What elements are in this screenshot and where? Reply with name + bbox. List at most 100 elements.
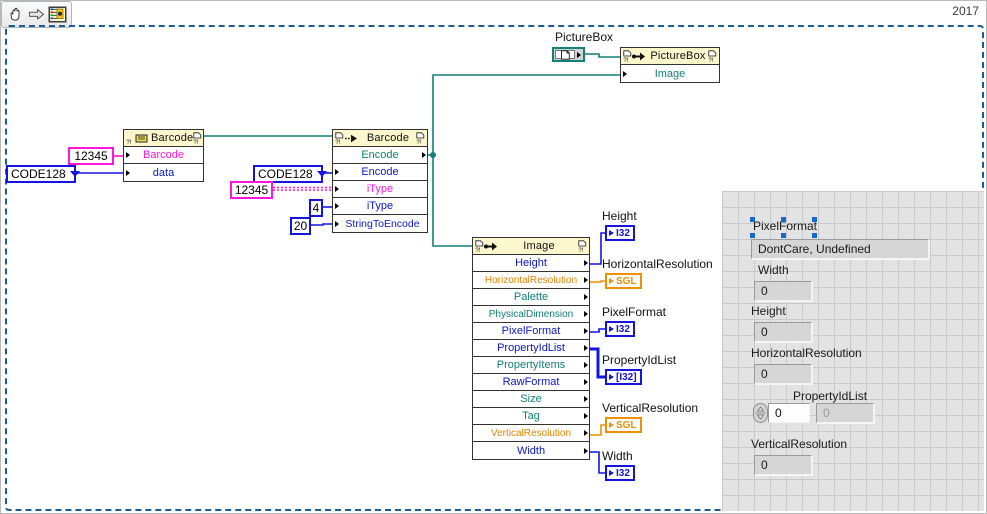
pixelformat-indicator[interactable]: I32: [605, 321, 635, 337]
fp-width-label: Width: [758, 263, 789, 277]
property-row-propertyitems[interactable]: PropertyItems: [473, 357, 589, 374]
refnum-corner-icon-right: ?!: [416, 131, 425, 145]
property-label: Image: [654, 67, 686, 80]
height-indicator[interactable]: I32: [605, 225, 635, 241]
property-row-barcode[interactable]: Barcode: [124, 147, 203, 164]
property-row-width[interactable]: Width: [473, 442, 589, 459]
property-row-size[interactable]: Size: [473, 391, 589, 408]
invoke-node-arrow-icon: [345, 134, 357, 142]
property-label: PixelFormat: [501, 325, 561, 337]
node-header: ?! PictureBox ?!: [621, 48, 719, 65]
row-left-pad: [473, 391, 480, 408]
node-title: PictureBox: [650, 50, 706, 62]
numeric-constant-4[interactable]: 4: [309, 199, 323, 217]
fp-propertyidlist-field[interactable]: 0: [816, 403, 874, 423]
selection-handle-tl[interactable]: [750, 217, 755, 222]
row-right-pad: [420, 198, 427, 215]
select-tool-button[interactable]: [26, 4, 47, 25]
refnum-corner-icon: ?!: [475, 239, 484, 253]
row-left-pad: [473, 306, 480, 323]
labview-version-badge: 2017: [949, 4, 982, 18]
fp-propertyidlist-index[interactable]: 0: [768, 403, 810, 423]
refnum-corner-icon-right: ?!: [194, 131, 202, 145]
fp-width-field[interactable]: 0: [754, 281, 812, 301]
code128-enum-constant-left[interactable]: CODE128: [6, 165, 80, 183]
method-row-encode[interactable]: Encode: [333, 164, 427, 181]
output-terminal: [582, 306, 589, 323]
property-row-propertyidlist[interactable]: PropertyIdList: [473, 340, 589, 357]
refnum-glyph: [555, 49, 575, 60]
chevron-down-icon[interactable]: [69, 171, 80, 177]
property-label: Height: [515, 257, 547, 269]
property-row-image[interactable]: Image: [621, 65, 719, 82]
hand-tool-button[interactable]: [5, 4, 26, 25]
property-label: Size: [520, 393, 542, 405]
method-label: iType: [366, 183, 394, 195]
refnum-corner-icon-right: ?!: [708, 49, 717, 63]
property-label: Width: [516, 444, 546, 457]
property-row-rawformat[interactable]: RawFormat: [473, 374, 589, 391]
output-terminal: [582, 272, 589, 289]
property-row-verticalresolution[interactable]: VerticalResolution: [473, 425, 589, 442]
indicator-type: I32: [616, 467, 630, 479]
fp-verticalresolution-field[interactable]: 0: [754, 455, 812, 475]
property-row-horizontalresolution[interactable]: HorizontalResolution: [473, 272, 589, 289]
property-row-height[interactable]: Height: [473, 255, 589, 272]
barcode-encode-node[interactable]: ?! Barcode ?! Encode Encode iType iType …: [332, 129, 428, 233]
svg-text:?!: ?!: [708, 58, 713, 63]
barcode-reference-node[interactable]: ?! Barcode ?! Barcode data: [123, 129, 204, 182]
row-left-pad: [473, 272, 480, 289]
method-row-itype[interactable]: iType: [333, 198, 427, 215]
method-label: Encode: [361, 149, 399, 161]
selection-handle-br[interactable]: [812, 233, 817, 238]
fp-height-field[interactable]: 0: [754, 322, 812, 342]
fp-pixelformat-field[interactable]: DontCare, Undefined: [751, 239, 929, 259]
picturebox-refnum-control[interactable]: [552, 47, 585, 62]
document-icon: [560, 49, 570, 60]
selection-handle-tr[interactable]: [812, 217, 817, 222]
property-label: PropertyIdList: [497, 342, 565, 354]
method-row-itype-magenta[interactable]: iType: [333, 181, 427, 198]
row-right-pad: [420, 181, 427, 198]
picturebox-property-node[interactable]: ?! PictureBox ?! Image: [620, 47, 720, 83]
method-label: iType: [366, 200, 394, 212]
image-property-node[interactable]: ?! Image ?! Height HorizontalResolution: [472, 237, 590, 460]
method-label: StringToEncode: [345, 217, 420, 230]
horizontalresolution-indicator[interactable]: SGL: [605, 273, 642, 289]
propertyidlist-indicator[interactable]: [I32]: [605, 369, 642, 385]
numeric-constant-12345-left[interactable]: 12345: [68, 147, 114, 165]
svg-text:?!: ?!: [578, 248, 583, 253]
input-terminal: [333, 215, 340, 232]
input-terminal: [124, 147, 131, 164]
output-terminal: [582, 357, 589, 374]
front-panel-overlay: PixelFormat DontCare, Undefined Width 0 …: [722, 191, 984, 511]
arrow-right-icon: [29, 9, 44, 20]
property-row-pixelformat[interactable]: PixelFormat: [473, 323, 589, 340]
property-row-palette[interactable]: Palette: [473, 289, 589, 306]
numeric-constant-20[interactable]: 20: [290, 217, 311, 235]
chevron-down-icon[interactable]: [316, 171, 327, 177]
property-label: HorizontalResolution: [484, 274, 578, 286]
refnum-corner-icon-right: ?!: [578, 239, 587, 253]
property-row-physicaldimension[interactable]: PhysicalDimension: [473, 306, 589, 323]
row-left-pad: [473, 442, 480, 459]
property-label: Palette: [513, 291, 549, 303]
array-index-spinner[interactable]: [753, 403, 768, 423]
property-row-data[interactable]: data: [124, 164, 203, 181]
output-terminal: [582, 425, 589, 442]
method-row-stringtoencode[interactable]: StringToEncode: [333, 215, 427, 232]
numeric-constant-12345-right[interactable]: 12345: [230, 181, 273, 199]
property-row-tag[interactable]: Tag: [473, 408, 589, 425]
terminal-arrow-icon: [609, 374, 614, 380]
width-indicator[interactable]: I32: [605, 465, 635, 481]
selection-handle-bl[interactable]: [750, 233, 755, 238]
svg-text:?!: ?!: [335, 140, 340, 145]
show-block-diagram-button[interactable]: [47, 4, 68, 25]
selection-handle-tm[interactable]: [781, 217, 786, 222]
constant-value: 12345: [234, 183, 269, 197]
selection-handle-bm[interactable]: [781, 233, 786, 238]
method-row-encode-output[interactable]: Encode: [333, 147, 427, 164]
verticalresolution-indicator[interactable]: SGL: [605, 417, 642, 433]
fp-horizontalresolution-field[interactable]: 0: [754, 364, 812, 384]
propertyidlist-indicator-label: PropertyIdList: [602, 353, 677, 367]
